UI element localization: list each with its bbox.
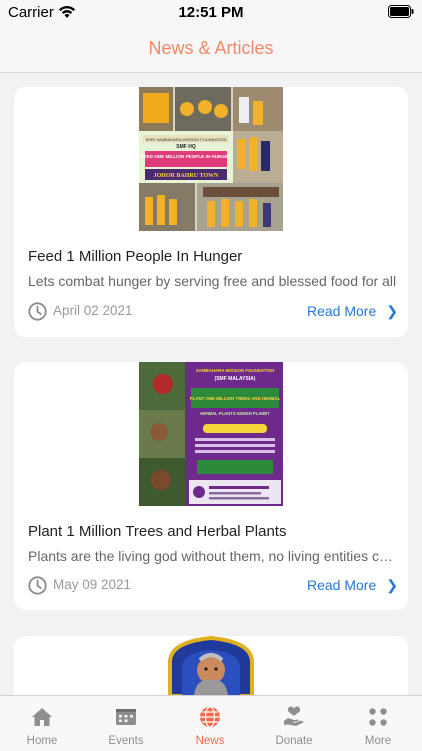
donate-icon bbox=[284, 706, 304, 726]
more-icon bbox=[369, 708, 387, 726]
read-more-button[interactable]: Read More ❯ bbox=[307, 577, 398, 594]
article-excerpt: Lets combat hunger by serving free and b… bbox=[28, 273, 397, 289]
status-time: 12:51 PM bbox=[178, 4, 244, 21]
article-image[interactable]: SHRI SAMBAHARA MISSION FOUNDATION SMF HQ… bbox=[139, 87, 283, 231]
tab-label: News bbox=[195, 735, 225, 747]
home-icon bbox=[32, 708, 52, 726]
articles-list[interactable]: SHRI SAMBAHARA MISSION FOUNDATION SMF HQ… bbox=[0, 73, 422, 695]
svg-text:FEED ONE MILLION PEOPLE IN HUN: FEED ONE MILLION PEOPLE IN HUNGER bbox=[141, 154, 232, 159]
svg-text:SMF HQ: SMF HQ bbox=[176, 144, 196, 150]
article-image[interactable] bbox=[162, 636, 260, 695]
article-card[interactable] bbox=[14, 636, 408, 695]
tab-donate[interactable]: Donate bbox=[252, 696, 336, 751]
tab-bar: Home Events News Donate More bbox=[0, 695, 422, 751]
read-more-button[interactable]: Read More ❯ bbox=[307, 303, 398, 320]
globe-icon bbox=[200, 706, 220, 728]
tab-label: Home bbox=[26, 735, 58, 747]
clock-icon bbox=[28, 302, 47, 321]
svg-text:SHRI SAMBAHARA MISSION FOUNDAT: SHRI SAMBAHARA MISSION FOUNDATION bbox=[146, 137, 227, 142]
svg-text:PLANT ONE MILLION TREES AND HE: PLANT ONE MILLION TREES AND HERBAL bbox=[190, 396, 281, 401]
svg-text:JOHOR BAHRU TOWN: JOHOR BAHRU TOWN bbox=[154, 173, 219, 179]
article-card[interactable]: SHRI SAMBAHARA MISSION FOUNDATION SMF HQ… bbox=[14, 87, 408, 337]
tab-more[interactable]: More bbox=[336, 696, 420, 751]
svg-text:HERBAL PLANTS-GREEN PLANET: HERBAL PLANTS-GREEN PLANET bbox=[200, 411, 270, 416]
chevron-right-icon: ❯ bbox=[386, 577, 398, 593]
battery-icon bbox=[388, 5, 414, 18]
events-icon bbox=[116, 709, 136, 725]
chevron-right-icon: ❯ bbox=[386, 303, 398, 319]
article-date: April 02 2021 bbox=[53, 303, 133, 318]
tab-home[interactable]: Home bbox=[0, 696, 84, 751]
page-title: News & Articles bbox=[148, 38, 274, 58]
svg-text:(SMF MALAYSIA): (SMF MALAYSIA) bbox=[215, 376, 256, 382]
article-card[interactable]: SAMBAHARA MISSION FOUNDATION (SMF MALAYS… bbox=[14, 362, 408, 610]
status-bar: Carrier 12:51 PM bbox=[0, 0, 422, 26]
clock-icon bbox=[28, 576, 47, 595]
article-title[interactable]: Plant 1 Million Trees and Herbal Plants bbox=[28, 523, 398, 540]
read-more-label: Read More bbox=[307, 577, 377, 593]
article-title[interactable]: Feed 1 Million People In Hunger bbox=[28, 248, 398, 265]
svg-text:SAMBAHARA MISSION FOUNDATION: SAMBAHARA MISSION FOUNDATION bbox=[196, 368, 275, 373]
tab-label: Events bbox=[108, 735, 144, 747]
article-date: May 09 2021 bbox=[53, 577, 132, 592]
tab-news[interactable]: News bbox=[168, 696, 252, 751]
tab-label: More bbox=[364, 735, 392, 747]
tab-events[interactable]: Events bbox=[84, 696, 168, 751]
tab-label: Donate bbox=[275, 735, 313, 747]
article-image[interactable]: SAMBAHARA MISSION FOUNDATION (SMF MALAYS… bbox=[139, 362, 283, 506]
navigation-bar: News & Articles bbox=[0, 26, 422, 73]
read-more-label: Read More bbox=[307, 303, 377, 319]
article-excerpt: Plants are the living god without them, … bbox=[28, 548, 398, 564]
